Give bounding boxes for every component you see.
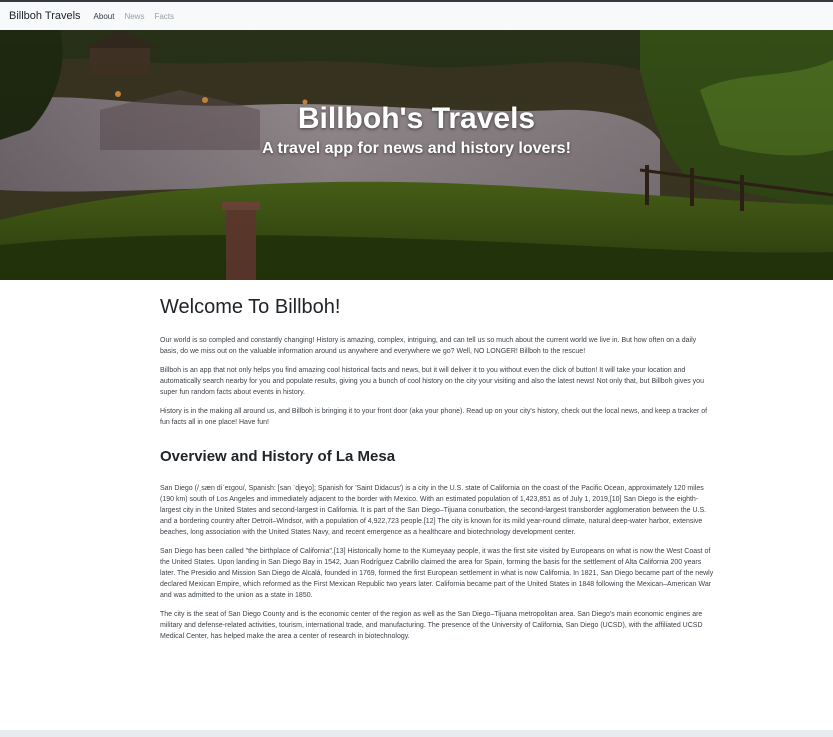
nav-link-news[interactable]: News bbox=[124, 12, 144, 21]
nav-links: About News Facts bbox=[94, 12, 184, 21]
nav-link-facts[interactable]: Facts bbox=[154, 12, 174, 21]
main-content: Welcome To Billboh! Our world is so comp… bbox=[160, 295, 716, 650]
overview-title: Overview and History of La Mesa bbox=[160, 448, 396, 465]
navbar: Billboh Travels About News Facts bbox=[0, 2, 833, 30]
navbar-brand[interactable]: Billboh Travels bbox=[9, 10, 81, 22]
overview-paragraph-3: The city is the seat of San Diego County… bbox=[160, 611, 703, 640]
welcome-title: Welcome To Billboh! bbox=[160, 296, 341, 318]
overview-paragraph-1: San Diego (/ˌsæn diˈeɪɡoʊ/, Spanish: [sa… bbox=[160, 485, 707, 536]
welcome-paragraph-2: Billboh is an app that not only helps yo… bbox=[160, 367, 704, 396]
welcome-paragraph-1: Our world is so compled and constantly c… bbox=[160, 337, 697, 355]
welcome-paragraph-3: History is in the making all around us, … bbox=[160, 408, 708, 426]
hero-banner: Billboh's Travels A travel app for news … bbox=[0, 30, 833, 280]
hero-subtitle: A travel app for news and history lovers… bbox=[262, 140, 571, 157]
hero-title: Billboh's Travels bbox=[297, 102, 536, 135]
overview-paragraph-2: San Diego has been called "the birthplac… bbox=[160, 548, 714, 599]
hero-text: Billboh's Travels A travel app for news … bbox=[0, 30, 833, 280]
page: Billboh Travels About News Facts Billboh… bbox=[0, 0, 833, 737]
nav-link-about[interactable]: About bbox=[94, 12, 115, 21]
footer-bar bbox=[0, 730, 833, 737]
